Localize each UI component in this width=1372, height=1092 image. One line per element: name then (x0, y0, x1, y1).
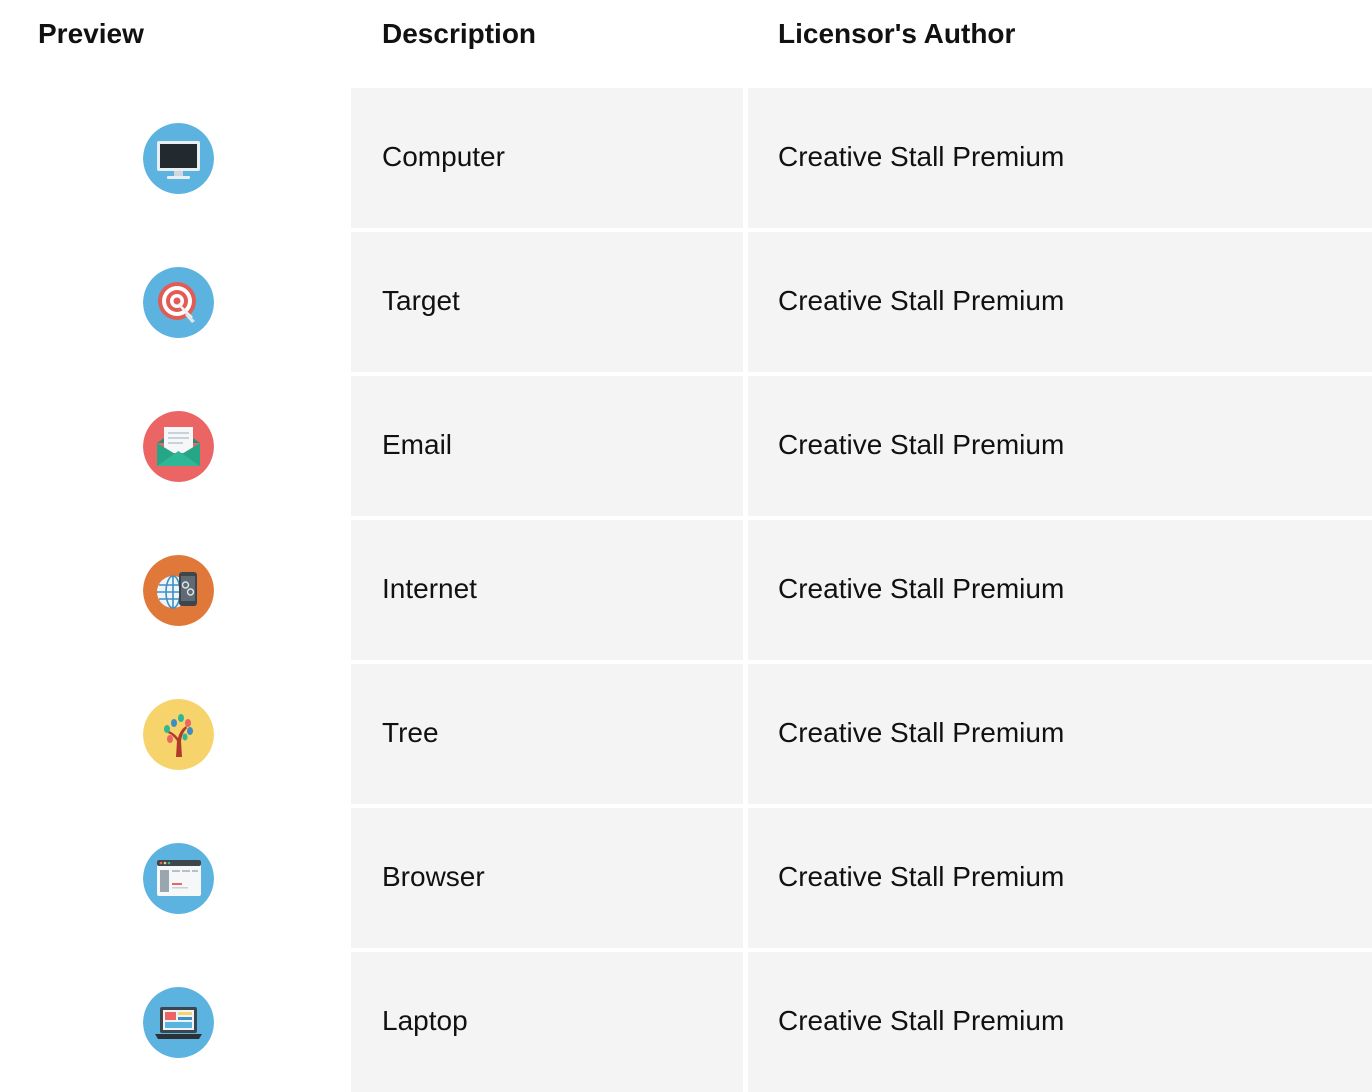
author-text: Creative Stall Premium (778, 141, 1065, 172)
author-cell: Creative Stall Premium (748, 520, 1372, 660)
preview-cell (0, 376, 350, 516)
author-cell: Creative Stall Premium (748, 232, 1372, 372)
description-text: Tree (382, 717, 439, 748)
description-text: Computer (382, 141, 505, 172)
table-row: Internet Creative Stall Premium (0, 520, 1372, 660)
laptop-icon (143, 987, 214, 1058)
author-text: Creative Stall Premium (778, 429, 1065, 460)
header-description: Description (382, 18, 537, 49)
tree-icon (143, 699, 214, 770)
description-cell: Laptop (351, 952, 743, 1092)
browser-icon (143, 843, 214, 914)
author-cell: Creative Stall Premium (748, 808, 1372, 948)
preview-cell (0, 88, 350, 228)
header-preview: Preview (38, 18, 144, 49)
table-row: Tree Creative Stall Premium (0, 664, 1372, 804)
description-cell: Tree (351, 664, 743, 804)
author-text: Creative Stall Premium (778, 1005, 1065, 1036)
author-text: Creative Stall Premium (778, 573, 1065, 604)
computer-icon (143, 123, 214, 194)
internet-icon (143, 555, 214, 626)
author-text: Creative Stall Premium (778, 717, 1065, 748)
preview-cell (0, 808, 350, 948)
description-cell: Email (351, 376, 743, 516)
description-text: Browser (382, 861, 485, 892)
table-row: Computer Creative Stall Premium (0, 88, 1372, 228)
preview-cell (0, 520, 350, 660)
table-row: Browser Creative Stall Premium (0, 808, 1372, 948)
table-row: Target Creative Stall Premium (0, 232, 1372, 372)
description-cell: Internet (351, 520, 743, 660)
description-cell: Browser (351, 808, 743, 948)
table-row: Email Creative Stall Premium (0, 376, 1372, 516)
table-row: Laptop Creative Stall Premium (0, 952, 1372, 1092)
author-text: Creative Stall Premium (778, 861, 1065, 892)
table-header: Preview Description Licensor's Author (0, 0, 1372, 70)
description-text: Internet (382, 573, 477, 604)
preview-cell (0, 664, 350, 804)
author-text: Creative Stall Premium (778, 285, 1065, 316)
description-cell: Computer (351, 88, 743, 228)
author-cell: Creative Stall Premium (748, 952, 1372, 1092)
description-text: Laptop (382, 1005, 468, 1036)
header-author: Licensor's Author (778, 18, 1016, 49)
preview-cell (0, 952, 350, 1092)
icon-license-table: Preview Description Licensor's Author Co… (0, 0, 1372, 1092)
author-cell: Creative Stall Premium (748, 88, 1372, 228)
description-text: Target (382, 285, 460, 316)
author-cell: Creative Stall Premium (748, 376, 1372, 516)
email-icon (143, 411, 214, 482)
description-text: Email (382, 429, 453, 460)
target-icon (143, 267, 214, 338)
preview-cell (0, 232, 350, 372)
author-cell: Creative Stall Premium (748, 664, 1372, 804)
description-cell: Target (351, 232, 743, 372)
